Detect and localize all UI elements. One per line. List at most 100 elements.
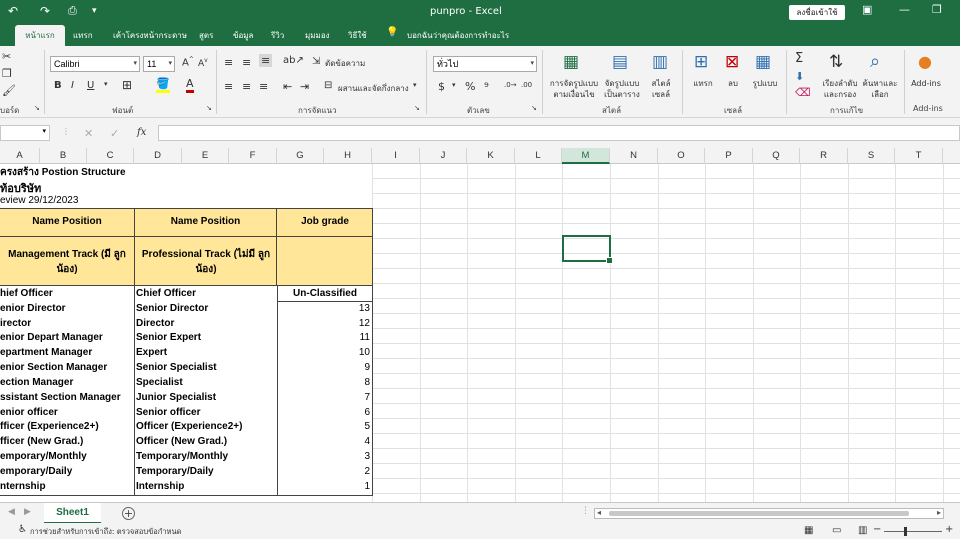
fill-icon[interactable]: ⬇ xyxy=(795,70,804,83)
header-job-grade[interactable]: Job grade xyxy=(277,216,373,227)
prof-position[interactable]: Expert xyxy=(136,347,167,358)
align-right-icon[interactable]: ≡ xyxy=(259,80,268,93)
format-painter-icon[interactable]: 🖌 xyxy=(2,84,16,97)
mgmt-position[interactable]: hief Officer xyxy=(0,288,53,299)
mgmt-position[interactable]: enior Depart Manager xyxy=(0,332,103,343)
font-size-combo[interactable]: 11 ▾ xyxy=(143,56,175,72)
increase-font-icon[interactable]: A^ xyxy=(182,56,194,68)
prof-position[interactable]: Senior Director xyxy=(136,303,208,314)
conditional-format-icon[interactable]: ▦ xyxy=(563,52,579,72)
column-header[interactable]: T xyxy=(895,148,943,164)
job-grade[interactable]: 3 xyxy=(277,451,370,462)
header-name-position-prof[interactable]: Name Position xyxy=(134,216,277,227)
wrap-text-button[interactable]: ตัดข้อความ xyxy=(325,57,365,70)
font-name-combo[interactable]: Calibri ▾ xyxy=(50,56,140,72)
column-header[interactable]: P xyxy=(705,148,753,164)
job-grade[interactable]: Un-Classified xyxy=(277,288,373,299)
preview-icon[interactable]: ⎙ xyxy=(68,4,77,18)
selected-cell[interactable] xyxy=(562,235,613,264)
more-options-icon[interactable]: ⋮ xyxy=(62,127,70,136)
column-header[interactable]: R xyxy=(800,148,848,164)
job-grade[interactable]: 6 xyxy=(277,407,370,418)
mgmt-position[interactable]: enior Section Manager xyxy=(0,362,107,373)
job-grade[interactable]: 2 xyxy=(277,466,370,477)
enter-icon[interactable]: ✓ xyxy=(110,127,119,140)
wrap-text-icon[interactable]: ⇲ xyxy=(312,56,320,67)
align-top-icon[interactable]: ≡ xyxy=(224,56,233,69)
currency-icon[interactable]: $ xyxy=(438,80,445,93)
sort-filter-button[interactable]: เรียงลำดับ และกรอง xyxy=(818,78,862,100)
job-grade[interactable]: 10 xyxy=(277,347,370,358)
format-cells-button[interactable]: รูปแบบ xyxy=(748,78,782,89)
increase-decimal-icon[interactable]: .0→ xyxy=(504,81,517,89)
mgmt-position[interactable]: epartment Manager xyxy=(0,347,92,358)
zoom-slider[interactable] xyxy=(884,531,942,532)
scroll-right-icon[interactable]: ▸ xyxy=(937,508,941,517)
prof-position[interactable]: Officer (New Grad.) xyxy=(136,436,227,447)
prof-position[interactable]: Senior officer xyxy=(136,407,200,418)
sheet-tab-sheet1[interactable]: Sheet1 xyxy=(44,503,101,524)
align-center-icon[interactable]: ≡ xyxy=(242,80,251,93)
delete-cells-button[interactable]: ลบ xyxy=(720,78,746,89)
column-header[interactable]: A xyxy=(0,148,40,164)
font-color-icon[interactable]: A xyxy=(186,78,194,93)
mgmt-position[interactable]: fficer (Experience2+) xyxy=(0,421,99,432)
column-header[interactable]: O xyxy=(658,148,705,164)
tell-me-box[interactable]: บอกฉันว่าคุณต้องการทำอะไร xyxy=(407,29,509,42)
page-layout-view-icon[interactable]: ▭ xyxy=(832,525,841,536)
align-left-icon[interactable]: ≡ xyxy=(224,80,233,93)
prof-position[interactable]: Junior Specialist xyxy=(136,392,216,403)
delete-cells-icon[interactable]: ⊠ xyxy=(725,52,739,72)
decrease-font-icon[interactable]: Av xyxy=(198,57,208,69)
align-bottom-icon[interactable]: ≡ xyxy=(259,54,273,67)
chevron-down-icon[interactable]: ▾ xyxy=(413,81,417,89)
minimize-icon[interactable]: — xyxy=(899,3,910,16)
decrease-decimal-icon[interactable]: .00 xyxy=(521,81,532,89)
job-grade[interactable]: 7 xyxy=(277,392,370,403)
format-cells-icon[interactable]: ▦ xyxy=(755,52,771,72)
header-professional-track[interactable]: Professional Track (ไม่มี ลูกน้อง) xyxy=(140,247,272,277)
italic-icon[interactable]: I xyxy=(71,80,74,91)
clear-icon[interactable]: ⌫ xyxy=(795,86,811,99)
name-box[interactable]: ▾ xyxy=(0,125,50,141)
add-sheet-button[interactable]: + xyxy=(122,507,135,520)
job-grade[interactable]: 5 xyxy=(277,421,370,432)
column-header[interactable]: B xyxy=(40,148,87,164)
mgmt-position[interactable]: nternship xyxy=(0,481,46,492)
mgmt-position[interactable]: enior Director xyxy=(0,303,66,314)
column-header[interactable]: Q xyxy=(753,148,800,164)
format-table-icon[interactable]: ▤ xyxy=(612,52,628,72)
tab-data[interactable]: ข้อมูล xyxy=(233,29,253,42)
accessibility-status[interactable]: การช่วยสำหรับการเข้าถึง: ตรวจสอบข้อกำหนด xyxy=(30,526,181,538)
worksheet-grid[interactable]: ครงสร้าง Postion Structure ท้อบริษัท evi… xyxy=(0,164,960,502)
insert-cells-button[interactable]: แทรก xyxy=(688,78,718,89)
prof-position[interactable]: Chief Officer xyxy=(136,288,196,299)
job-grade[interactable]: 11 xyxy=(277,332,370,343)
next-sheet-icon[interactable]: ▶ xyxy=(24,507,31,517)
alignment-launcher-icon[interactable]: ↘ xyxy=(414,104,420,112)
mgmt-position[interactable]: ssistant Section Manager xyxy=(0,392,121,403)
number-format-combo[interactable]: ทั่วไป ▾ xyxy=(433,56,537,72)
prof-position[interactable]: Temporary/Daily xyxy=(136,466,214,477)
scroll-left-icon[interactable]: ◂ xyxy=(597,508,601,517)
tab-review[interactable]: รีวิว xyxy=(271,29,284,42)
prof-position[interactable]: Internship xyxy=(136,481,184,492)
zoom-in-icon[interactable]: + xyxy=(945,524,953,535)
format-table-button[interactable]: จัดรูปแบบ เป็นตาราง xyxy=(600,78,644,100)
prof-position[interactable]: Senior Expert xyxy=(136,332,201,343)
zoom-slider-thumb[interactable] xyxy=(904,527,907,536)
mgmt-position[interactable]: emporary/Monthly xyxy=(0,451,87,462)
cell-styles-icon[interactable]: ▥ xyxy=(652,52,668,72)
merge-center-icon[interactable]: ⊟ xyxy=(324,80,332,91)
cut-icon[interactable]: ✂ xyxy=(2,50,11,63)
number-launcher-icon[interactable]: ↘ xyxy=(531,104,537,112)
column-header[interactable]: G xyxy=(277,148,324,164)
column-header[interactable]: L xyxy=(515,148,562,164)
sort-filter-icon[interactable]: ⇅ xyxy=(829,52,843,72)
page-break-view-icon[interactable]: ▥ xyxy=(858,525,867,536)
review-date[interactable]: eview 29/12/2023 xyxy=(0,195,78,206)
accessibility-icon[interactable]: ♿ xyxy=(18,524,27,535)
formula-input[interactable] xyxy=(158,125,960,141)
job-grade[interactable]: 12 xyxy=(277,318,370,329)
column-header[interactable]: K xyxy=(467,148,515,164)
